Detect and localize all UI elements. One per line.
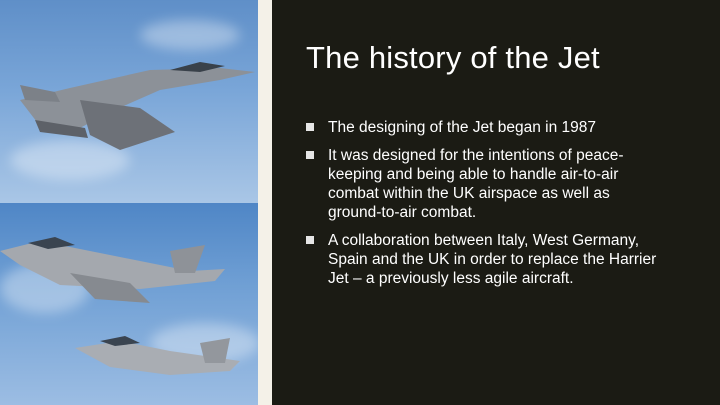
jet-icon: [20, 62, 255, 150]
jet-photo-top: [0, 0, 258, 203]
list-item: The designing of the Jet began in 1987: [306, 118, 666, 137]
content-panel: The history of the Jet The designing of …: [272, 0, 720, 405]
jet-icon: [0, 237, 240, 375]
bullet-list: The designing of the Jet began in 1987 I…: [306, 118, 666, 297]
square-bullet-icon: [306, 151, 314, 159]
photo-panel: [0, 0, 258, 405]
bullet-text: A collaboration between Italy, West Germ…: [328, 232, 657, 287]
list-item: It was designed for the intentions of pe…: [306, 146, 666, 222]
slide: The history of the Jet The designing of …: [0, 0, 720, 405]
divider-strip: [258, 0, 272, 405]
bullet-text: It was designed for the intentions of pe…: [328, 147, 624, 221]
square-bullet-icon: [306, 123, 314, 131]
bullet-text: The designing of the Jet began in 1987: [328, 119, 597, 136]
jet-photo-bottom: [0, 203, 258, 405]
list-item: A collaboration between Italy, West Germ…: [306, 231, 666, 288]
square-bullet-icon: [306, 236, 314, 244]
slide-title: The history of the Jet: [306, 40, 600, 75]
